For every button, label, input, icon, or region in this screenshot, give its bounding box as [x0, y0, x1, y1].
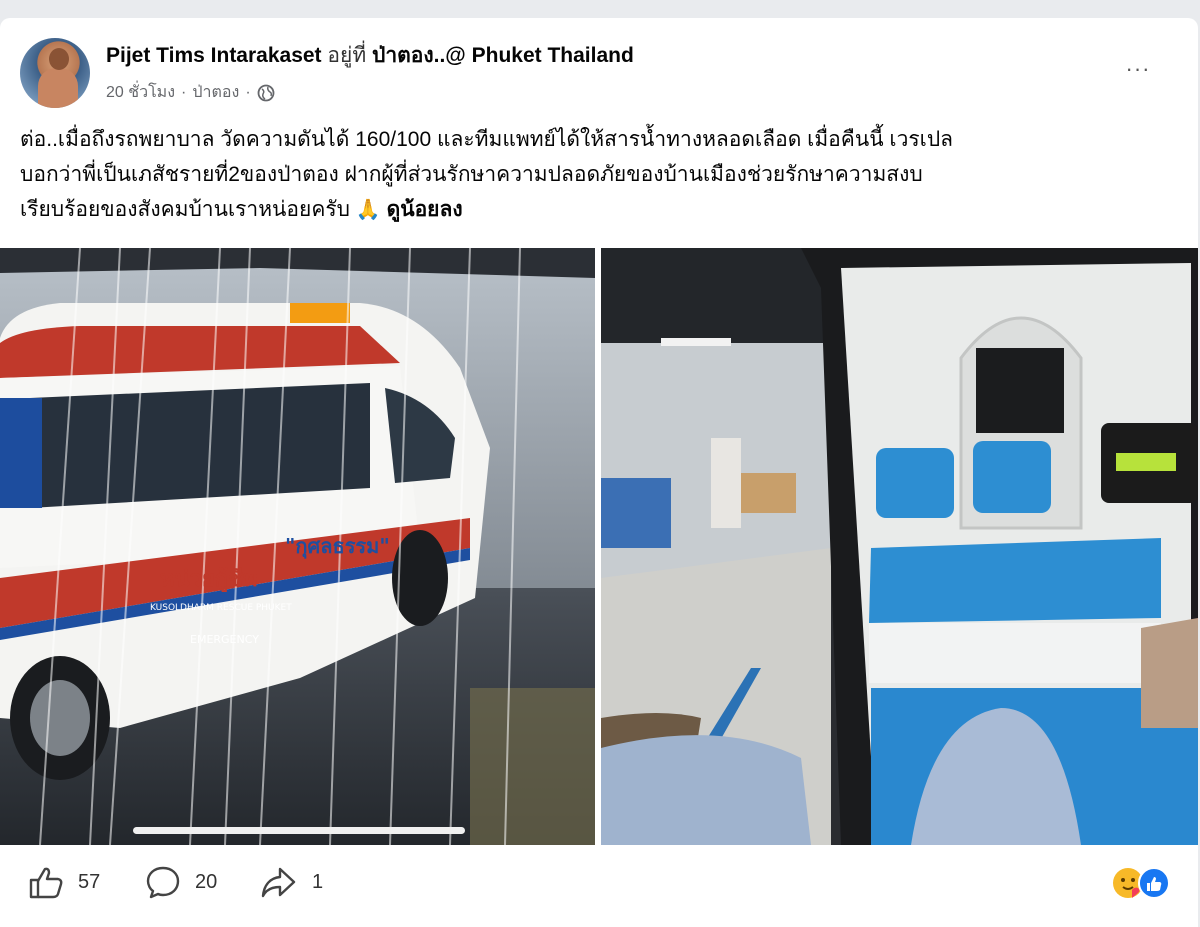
pray-emoji-icon: 🙏 — [355, 199, 381, 221]
ambulance-label-name: "กุศลธรรม" — [285, 534, 390, 559]
post-location[interactable]: ป่าตอง — [192, 80, 239, 105]
like-icon — [29, 867, 63, 899]
post-text-line-1: ต่อ..เมื่อถึงรถพยาบาล วัดความดันได้ 160/… — [20, 128, 954, 151]
photo-ambulance-rain[interactable]: หน่วยกู้ชีพ "กุศลธรรม" KUSOLDHARM RESCUE… — [0, 248, 595, 845]
post-text: ต่อ..เมื่อถึงรถพยาบาล วัดความดันได้ 160/… — [20, 122, 1180, 228]
carousel-scroll-indicator — [133, 827, 465, 834]
ambulance-label-en: KUSOLDHARM RESCUE PHUKET — [150, 603, 292, 613]
post-header-title: Pijet Tims Intarakaset อยู่ที่ ป่าตอง..@… — [106, 43, 634, 69]
share-count: 1 — [312, 870, 324, 893]
post-text-line-3: เรียบร้อยของสังคมบ้านเราหน่อยครับ 🙏 ดูน้… — [20, 192, 1180, 228]
post-time[interactable]: 20 ชั่วโมง — [106, 80, 175, 105]
author-avatar[interactable] — [20, 38, 90, 108]
share-button[interactable]: 1 — [260, 865, 323, 899]
meta-separator: · — [181, 83, 187, 101]
like-count: 57 — [78, 870, 101, 893]
photo-ambulance-interior[interactable] — [601, 248, 1198, 845]
comment-button[interactable]: 20 — [145, 865, 217, 899]
comment-icon — [146, 866, 180, 899]
post-text-line-3-text: เรียบร้อยของสังคมบ้านเราหน่อยครับ — [20, 198, 350, 221]
at-label: อยู่ที่ — [327, 44, 367, 67]
ambulance-label-emergency: EMERGENCY — [190, 633, 259, 646]
reaction-summary[interactable] — [1110, 865, 1174, 901]
globe-icon[interactable] — [257, 84, 275, 102]
author-name[interactable]: Pijet Tims Intarakaset — [106, 44, 322, 67]
see-less-link[interactable]: ดูน้อยลง — [387, 198, 463, 221]
like-button[interactable]: 57 — [28, 865, 100, 899]
like-reaction-icon — [1138, 867, 1170, 899]
checkin-place[interactable]: ป่าตอง..@ Phuket Thailand — [372, 44, 634, 67]
meta-separator-2: · — [245, 83, 251, 101]
post-card: Pijet Tims Intarakaset อยู่ที่ ป่าตอง..@… — [0, 18, 1198, 927]
post-meta: 20 ชั่วโมง · ป่าตอง · — [106, 80, 275, 105]
post-footer: 57 20 1 — [0, 853, 1198, 927]
post-text-line-2: บอกว่าพี่เป็นเภสัชรายที่2ของป่าตอง ฝากผู… — [20, 163, 923, 186]
ambulance-label-thai: หน่วยกู้ชีพ — [160, 567, 258, 593]
more-options-button[interactable]: ··· — [1118, 58, 1158, 90]
share-icon — [261, 867, 296, 898]
comment-count: 20 — [195, 870, 218, 893]
